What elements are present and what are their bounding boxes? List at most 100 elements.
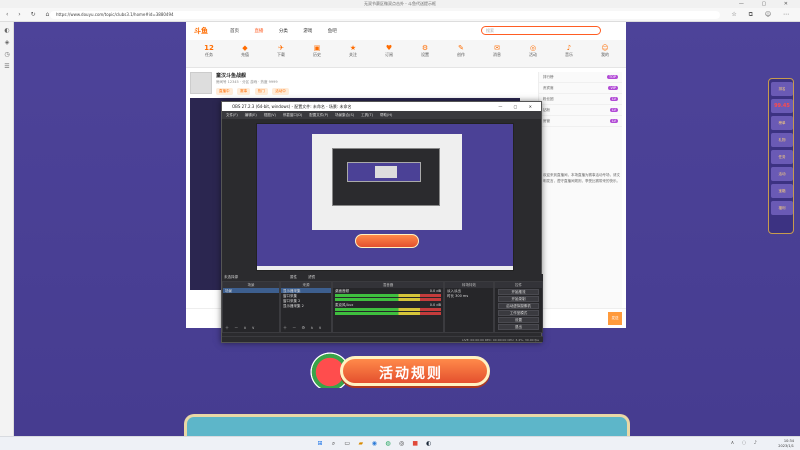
obs-window: OBS 27.2.3 (64-bit, windows) - 配置文件: 未命名… xyxy=(221,101,543,343)
studio-mode-button[interactable]: 工作室模式 xyxy=(498,310,539,316)
obs-docks: 场景 场景 ＋ － ∧ ∨ 来源 显示器采集 窗口采集 窗口采集 2 显示器采集… xyxy=(222,281,543,333)
site-icon-item[interactable]: ▣ 历史 xyxy=(302,44,332,58)
edge-icon[interactable]: ◉ xyxy=(370,440,378,448)
room-tag[interactable]: 直播中 xyxy=(216,88,233,95)
nav-forum[interactable]: 鱼吧 xyxy=(328,29,337,34)
browser-nav-icons[interactable]: ‹ › ↻ ⌂ xyxy=(6,11,53,18)
side-item[interactable]: 任务 xyxy=(771,150,793,164)
obs-menu-item[interactable]: 文件(F) xyxy=(226,113,238,117)
chrome-icon[interactable]: ◍ xyxy=(384,440,392,448)
site-icon-item[interactable]: ✎ 创作 xyxy=(446,44,476,58)
url-input[interactable]: https://www.douyu.com/topic/clubs3.1/hom… xyxy=(50,11,720,19)
side-item[interactable]: 榜单 xyxy=(771,116,793,130)
site-feature-icon: ♪ xyxy=(566,44,572,52)
volume-slider[interactable] xyxy=(335,298,441,301)
event-rules-banner[interactable]: 活动规则 xyxy=(300,346,510,394)
chat-row[interactable]: 排行榜 TOP xyxy=(539,72,622,83)
duration-input[interactable]: 300 ms xyxy=(455,294,468,298)
side-item[interactable]: 活动 xyxy=(771,167,793,181)
event-rules-pill[interactable]: 活动规则 xyxy=(340,356,490,386)
taskbar-apps: ⊞ ⌕ ▭ ▰ ◉ ◍ ◎ ■ ◐ xyxy=(316,440,437,448)
settings-button[interactable]: 设置 xyxy=(498,317,539,323)
chat-row[interactable]: 贵宾席 VIP xyxy=(539,83,622,94)
site-icon-item[interactable]: ◆ 充值 xyxy=(230,44,260,58)
site-icon-label: 下载 xyxy=(277,52,285,57)
site-icon-label: 我的 xyxy=(601,52,609,57)
nav-home[interactable]: 首页 xyxy=(230,29,239,34)
menu-icon[interactable]: ☰ xyxy=(0,63,14,70)
taskbar: ⊞ ⌕ ▭ ▰ ◉ ◍ ◎ ■ ◐ ∧ ◌ ♪ 10:34 2023/1/1 xyxy=(0,436,800,450)
file-explorer-icon[interactable]: ▰ xyxy=(357,440,365,448)
window-controls[interactable]: — ▢ ✕ xyxy=(739,1,796,7)
streamer-avatar[interactable] xyxy=(190,72,212,94)
start-streaming-button[interactable]: 开始推流 xyxy=(498,289,539,295)
obs-preview[interactable] xyxy=(256,123,514,271)
site-nav-links: 首页 直播 分类 游戏 鱼吧 xyxy=(230,28,351,34)
room-tag[interactable]: 赛事 xyxy=(237,88,251,95)
site-icon-label: 订阅 xyxy=(385,52,393,57)
site-icon-item[interactable]: ★ 关注 xyxy=(338,44,368,58)
side-item[interactable]: 宝箱 xyxy=(771,184,793,198)
nav-category[interactable]: 分类 xyxy=(279,29,288,34)
site-icon-item[interactable]: ✉ 消息 xyxy=(482,44,512,58)
history-icon[interactable]: ◷ xyxy=(0,51,14,58)
site-icon-item[interactable]: ◎ 活动 xyxy=(518,44,548,58)
site-logo[interactable]: 斗鱼 xyxy=(194,26,208,36)
transitions-dock: 转场特效 淡入淡出 时长 300 ms xyxy=(444,281,494,333)
site-icon-item[interactable]: ♥ 订阅 xyxy=(374,44,404,58)
search-icon[interactable]: ⌕ xyxy=(330,440,338,448)
side-item[interactable]: 福利 xyxy=(771,201,793,215)
chat-row[interactable]: 粉丝团 LV xyxy=(539,94,622,105)
site-icon-label: 音乐 xyxy=(565,52,573,57)
room-tag[interactable]: 热门 xyxy=(254,88,268,95)
chat-row[interactable]: 钻粉 LV xyxy=(539,105,622,116)
send-button[interactable]: 发送 xyxy=(608,312,622,325)
start-recording-button[interactable]: 开始录制 xyxy=(498,296,539,302)
tab-filters[interactable]: 滤镜 xyxy=(308,275,315,280)
streamer-name[interactable]: 童汉斗鱼战舰 xyxy=(216,72,246,79)
shield-icon[interactable]: ◈ xyxy=(0,39,14,46)
source-controls[interactable]: ＋ － ⚙ ∧ ∨ xyxy=(283,325,324,331)
chat-row[interactable]: 房管 LV xyxy=(539,116,622,127)
duration-row: 时长 300 ms xyxy=(447,294,469,298)
virtual-camera-button[interactable]: 启动虚拟摄像机 xyxy=(498,303,539,309)
task-view-icon[interactable]: ▭ xyxy=(343,440,351,448)
start-icon[interactable]: ⊞ xyxy=(316,440,324,448)
scene-item[interactable]: 场景 xyxy=(223,288,279,293)
site-icon-item[interactable]: ⚙ 设置 xyxy=(410,44,440,58)
volume-slider[interactable] xyxy=(335,312,441,315)
browser-tool-icons[interactable]: ☆ ⧉ ☺ ⋯ xyxy=(731,11,794,19)
app-icon[interactable]: ■ xyxy=(411,440,419,448)
side-item[interactable]: 礼物 xyxy=(771,133,793,147)
room-meta: 房间号 12345 · 分区 游戏 · 热度 9999 xyxy=(216,80,278,84)
obs-menu-item[interactable]: 配置文件(P) xyxy=(309,113,328,117)
site-icon-item[interactable]: ✈ 下载 xyxy=(266,44,296,58)
system-tray[interactable]: ∧ ◌ ♪ xyxy=(731,440,760,446)
exit-button[interactable]: 退出 xyxy=(498,324,539,330)
scene-controls[interactable]: ＋ － ∧ ∨ xyxy=(225,325,257,331)
taskbar-clock[interactable]: 10:34 2023/1/1 xyxy=(778,439,794,448)
obs-menu-item[interactable]: 停靠窗口(D) xyxy=(283,113,302,117)
obs-menu-item[interactable]: 编辑(E) xyxy=(245,113,257,117)
site-icon-item[interactable]: ☺ 我的 xyxy=(590,44,620,58)
site-search-input[interactable]: 搜索 xyxy=(481,26,601,35)
chat-icon[interactable]: ◐ xyxy=(0,27,14,34)
nav-games[interactable]: 游戏 xyxy=(303,29,312,34)
obs-menu-item[interactable]: 场景集合(S) xyxy=(335,113,354,117)
site-icon-item[interactable]: 12 任务 xyxy=(194,44,224,58)
obs-menu-item[interactable]: 帮助(H) xyxy=(380,113,392,117)
chat-panel: 排行榜 TOP 贵宾席 VIP 粉丝团 LV 钻粉 LV 房管 LV 欢迎来到直播间，本场… xyxy=(538,72,622,320)
nav-live[interactable]: 直播 xyxy=(254,29,263,34)
obs-menu-item[interactable]: 工具(T) xyxy=(361,113,373,117)
room-tag[interactable]: 活动中 xyxy=(272,88,289,95)
site-feature-icon: ◎ xyxy=(529,44,537,52)
obs-icon[interactable]: ◎ xyxy=(398,440,406,448)
obs-menu-item[interactable]: 视图(V) xyxy=(264,113,276,117)
obs-menubar: 文件(F) 编辑(E) 视图(V) 停靠窗口(D) 配置文件(P) 场景集合(S) 工具(T… xyxy=(222,111,541,119)
tab-properties[interactable]: 属性 xyxy=(290,275,297,280)
source-item[interactable]: 显示器采集 2 xyxy=(281,303,331,308)
steam-icon[interactable]: ◐ xyxy=(425,440,433,448)
site-icon-item[interactable]: ♪ 音乐 xyxy=(554,44,584,58)
site-feature-icon: ✉ xyxy=(494,44,500,52)
obs-window-controls[interactable]: — ▢ ✕ xyxy=(498,102,537,111)
